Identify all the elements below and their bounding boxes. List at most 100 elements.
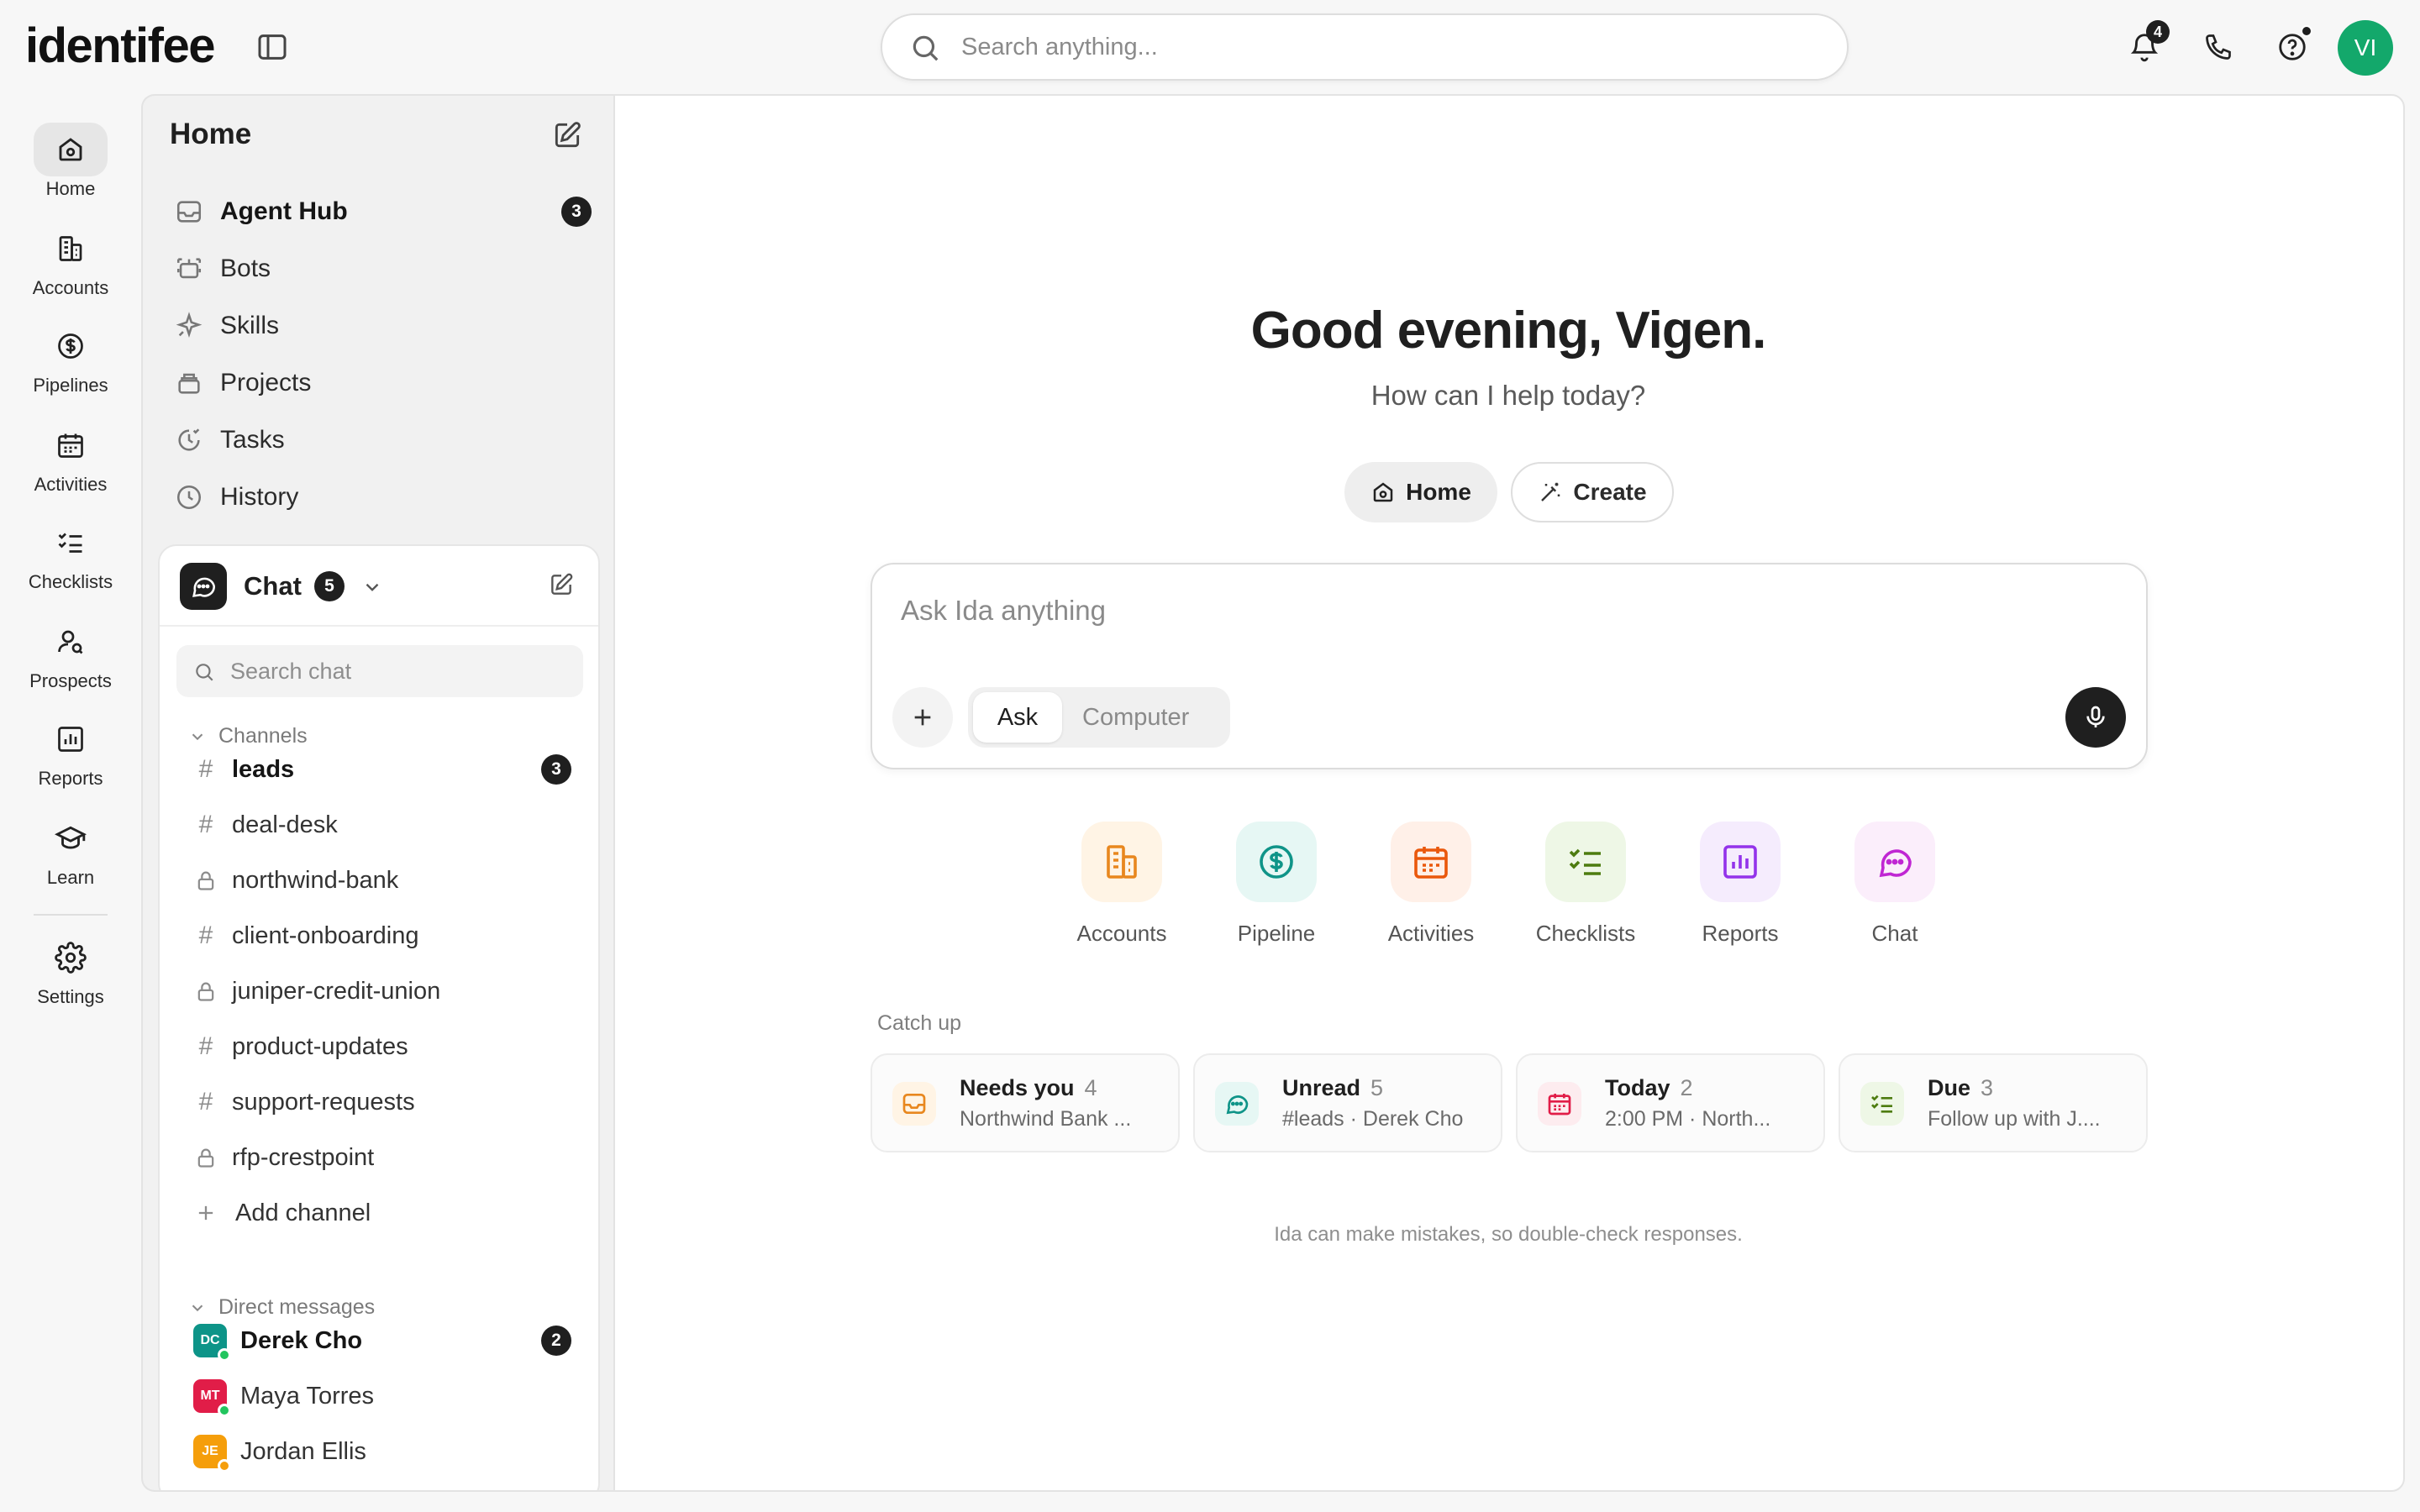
rail-label: Accounts (32, 277, 109, 298)
catch-up-card-needs-you[interactable]: Needs you 4 Northwind Bank ... (871, 1053, 1180, 1152)
stack-icon (175, 369, 203, 397)
greeting-heading: Good evening, Vigen. (1250, 302, 1767, 360)
rail-item-activities[interactable]: Activities (12, 418, 129, 496)
rail-item-checklists[interactable]: Checklists (12, 516, 129, 593)
channel-item-product-updates[interactable]: # product-updates (193, 1021, 585, 1072)
avatar: MT (193, 1379, 231, 1417)
quick-action-pipeline[interactable]: Pipeline (1213, 822, 1339, 947)
chat-icon (1215, 1082, 1259, 1126)
mode-home-label: Home (1406, 479, 1471, 505)
quick-action-reports[interactable]: Reports (1677, 822, 1803, 947)
rail-item-settings[interactable]: Settings (12, 931, 129, 1008)
checklist-icon (1545, 822, 1626, 902)
ask-input-placeholder[interactable]: Ask Ida anything (901, 595, 1106, 627)
rail-item-reports[interactable]: Reports (12, 712, 129, 790)
catch-up-card-today[interactable]: Today 2 2:00 PM · North... (1516, 1053, 1825, 1152)
rail-label: Pipelines (33, 375, 108, 396)
bot-icon (175, 255, 203, 283)
channel-item-deal-desk[interactable]: # deal-desk (193, 800, 585, 850)
add-channel-label: Add channel (235, 1199, 371, 1226)
channel-item-client-onboarding[interactable]: # client-onboarding (193, 911, 585, 961)
status-indicator (218, 1459, 231, 1473)
chat-section: Chat 5 Search chat Channels # leads 3 # … (158, 544, 600, 1490)
card-detail: 2:00 PM · North... (1605, 1107, 1771, 1131)
user-search-icon (55, 627, 86, 657)
inbox-icon (892, 1082, 936, 1126)
inbox-icon (175, 197, 203, 226)
compose-icon[interactable] (551, 119, 583, 151)
channel-name: leads (232, 755, 295, 783)
mode-segmented-control: Ask Computer (968, 687, 1230, 748)
lock-icon (193, 1146, 218, 1169)
help-indicator-dot (2301, 25, 2312, 37)
quick-action-label: Checklists (1535, 921, 1636, 946)
channel-item-support-requests[interactable]: # support-requests (193, 1077, 585, 1127)
chevron-down-icon[interactable] (361, 576, 383, 598)
mode-create-button[interactable]: Create (1511, 462, 1674, 522)
nav-item-projects[interactable]: Projects (175, 358, 592, 408)
building-icon (55, 234, 86, 264)
channel-item-rfp-crestpoint[interactable]: rfp-crestpoint (193, 1132, 585, 1183)
mode-home-button[interactable]: Home (1344, 462, 1497, 522)
chat-header: Chat 5 (160, 546, 598, 627)
nav-item-agent-hub[interactable]: Agent Hub 3 (175, 186, 592, 237)
rail-item-prospects[interactable]: Prospects (12, 615, 129, 692)
bar-chart-icon (1700, 822, 1781, 902)
card-count: 5 (1370, 1075, 1384, 1100)
quick-action-checklists[interactable]: Checklists (1523, 822, 1649, 947)
phone-icon[interactable] (2193, 22, 2244, 72)
dollar-circle-icon (55, 331, 86, 361)
channel-name: deal-desk (232, 811, 338, 838)
quick-action-accounts[interactable]: Accounts (1059, 822, 1185, 947)
catch-up-card-due[interactable]: Due 3 Follow up with J.... (1839, 1053, 2148, 1152)
search-placeholder: Search anything... (961, 34, 1158, 60)
microphone-button[interactable] (2065, 687, 2126, 748)
card-detail: #leads · Derek Cho (1282, 1107, 1464, 1131)
channel-item-leads[interactable]: # leads 3 (193, 744, 585, 795)
channel-item-northwind-bank[interactable]: northwind-bank (193, 855, 585, 906)
chat-title[interactable]: Chat (244, 571, 302, 601)
chat-icon (1854, 822, 1935, 902)
quick-action-activities[interactable]: Activities (1368, 822, 1494, 947)
new-message-icon[interactable] (548, 571, 575, 598)
dm-unread-badge: 2 (541, 1326, 571, 1356)
rail-label: Prospects (29, 670, 112, 691)
card-detail: Follow up with J.... (1928, 1107, 2101, 1131)
card-title: Due (1928, 1075, 1971, 1100)
dm-item-derek-cho[interactable]: DC Derek Cho 2 (193, 1315, 585, 1366)
dollar-circle-icon (1236, 822, 1317, 902)
checklist-icon (55, 528, 86, 558)
catch-up-card-unread[interactable]: Unread 5 #leads · Derek Cho (1193, 1053, 1502, 1152)
dm-item-maya-torres[interactable]: MT Maya Torres (193, 1371, 585, 1421)
disclaimer-text: Ida can make mistakes, so double-check r… (1274, 1223, 1743, 1246)
add-channel-button[interactable]: Add channel (193, 1188, 585, 1238)
chevron-down-icon (188, 727, 207, 746)
sidebar-toggle-icon[interactable] (252, 27, 292, 67)
nav-item-skills[interactable]: Skills (175, 301, 592, 351)
rail-item-pipelines[interactable]: Pipelines (12, 319, 129, 396)
rail-item-home[interactable]: Home (12, 123, 129, 200)
chat-search-input[interactable]: Search chat (176, 645, 583, 697)
channel-item-juniper-credit-union[interactable]: juniper-credit-union (193, 966, 585, 1016)
calendar-icon (1391, 822, 1471, 902)
ask-ida-composer[interactable]: Ask Ida anything Ask Computer (871, 563, 2148, 769)
avatar-initials: JE (202, 1444, 218, 1458)
graduation-cap-icon (55, 822, 87, 854)
user-avatar[interactable]: VI (2338, 20, 2393, 76)
rail-item-learn[interactable]: Learn (12, 811, 129, 889)
search-icon (909, 32, 941, 64)
dm-item-jordan-ellis[interactable]: JE Jordan Ellis (193, 1426, 585, 1477)
seg-computer-option[interactable]: Computer (1082, 687, 1189, 748)
app-logo[interactable]: identifee (25, 15, 216, 77)
rail-item-accounts[interactable]: Accounts (12, 222, 129, 299)
nav-item-history[interactable]: History (175, 472, 592, 522)
calendar-icon (55, 430, 86, 460)
quick-action-chat[interactable]: Chat (1832, 822, 1958, 947)
rail-label: Learn (46, 867, 95, 888)
global-search-input[interactable]: Search anything... (881, 13, 1849, 81)
clock-check-icon (175, 426, 203, 454)
attach-plus-button[interactable] (892, 687, 953, 748)
nav-item-tasks[interactable]: Tasks (175, 415, 592, 465)
seg-ask-option[interactable]: Ask (973, 692, 1062, 743)
nav-item-bots[interactable]: Bots (175, 244, 592, 294)
